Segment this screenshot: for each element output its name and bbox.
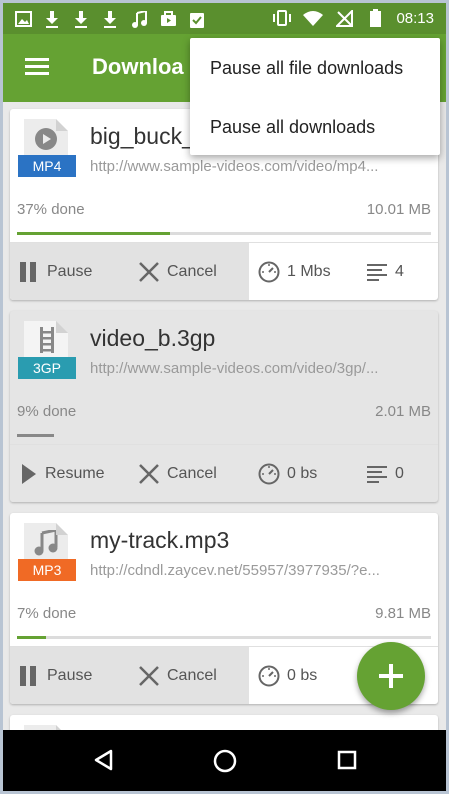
vibrate-icon [272,8,292,28]
menu-pause-all-downloads[interactable]: Pause all downloads [210,117,375,138]
connections-indicator: 4 [366,243,404,300]
file-url: http://www.sample-videos.com/video/3gp/.… [90,360,379,377]
close-icon [138,261,160,283]
wifi-icon [303,8,324,28]
progress-text: 9% done [17,403,77,420]
file-type-badge: 3GP [18,357,76,379]
list-icon [366,261,388,283]
overflow-menu: Pause all file downloads Pause all downl… [190,38,440,155]
play-icon [20,463,38,485]
progress-bar [17,636,431,639]
plus-icon [379,664,403,688]
download-icon [100,9,120,29]
file-type-badge: MP3 [18,559,76,581]
download-icon [42,9,62,29]
cancel-label: Cancel [167,465,217,482]
clipboard-check-icon [187,9,207,29]
clock: 08:13 [396,9,434,27]
download-icon [71,9,91,29]
file-size: 2.01 MB [375,403,431,420]
back-icon[interactable] [93,749,113,771]
file-name: big_buck_ [90,123,195,149]
download-list[interactable]: MP4 big_buck_ http://www.sample-videos.c… [3,102,446,730]
file-name: my-track.mp3 [90,527,230,553]
pause-icon [18,665,40,687]
cancel-label: Cancel [167,667,217,684]
mp4-file-icon: MP4 [18,119,76,181]
speedometer-icon [258,261,280,283]
progress-fill [17,636,46,639]
music-icon [129,9,149,29]
mp3-file-icon: MP3 [18,523,76,585]
close-icon [138,463,160,485]
page-title: Downloa [92,54,184,79]
pause-icon [18,261,40,283]
progress-fill [17,434,55,437]
no-signal-icon [334,8,354,28]
card-actions: Resume Cancel 0 bs 0 [10,444,438,502]
cancel-button[interactable]: Cancel [138,243,217,300]
speedometer-icon [258,665,280,687]
connections-value: 0 [395,465,404,482]
cancel-label: Cancel [167,263,217,280]
navigation-bar [3,730,446,791]
card-actions: Pause Cancel 1 Mbs 4 [10,242,438,300]
resume-label: Resume [45,465,105,482]
progress-bar [17,232,431,235]
file-size: 9.81 MB [375,605,431,622]
speed-value: 0 bs [287,667,318,684]
pause-label: Pause [47,263,93,280]
briefcase-icon [158,9,178,29]
progress-text: 7% done [17,605,77,622]
cancel-button[interactable]: Cancel [138,445,217,502]
speedometer-icon [258,463,280,485]
connections-indicator: 0 [366,445,404,502]
add-download-button[interactable] [357,642,425,710]
pause-button[interactable]: Pause [18,243,92,300]
file-type-badge: MP4 [18,155,76,177]
progress-text: 37% done [17,201,85,218]
progress-bar [17,434,431,437]
download-card[interactable]: 3GP video_b.3gp http://www.sample-videos… [10,311,438,502]
speed-value: 0 bs [287,465,318,482]
file-name: video_b.3gp [90,325,216,351]
speed-indicator: 0 bs [258,647,317,704]
menu-icon[interactable] [25,58,49,76]
connections-value: 4 [395,263,404,280]
pause-label: Pause [47,667,93,684]
speed-indicator: 0 bs [258,445,317,502]
battery-icon [365,8,385,28]
image-icon [13,9,33,29]
file-url: http://cdndl.zaycev.net/55957/3977935/?e… [90,562,380,579]
speed-indicator: 1 Mbs [258,243,331,300]
menu-pause-all-file-downloads[interactable]: Pause all file downloads [210,58,403,79]
progress-fill [17,232,171,235]
pause-button[interactable]: Pause [18,647,92,704]
speed-value: 1 Mbs [287,263,331,280]
list-icon [366,463,388,485]
resume-button[interactable]: Resume [20,445,105,502]
recents-icon[interactable] [337,750,357,770]
close-icon [138,665,160,687]
file-size: 10.01 MB [366,201,431,218]
3gp-file-icon: 3GP [18,321,76,383]
file-url: http://www.sample-videos.com/video/mp4..… [90,158,379,175]
status-bar: 08:13 [3,3,446,34]
download-card[interactable]: fi [10,715,438,730]
cancel-button[interactable]: Cancel [138,647,217,704]
home-icon[interactable] [213,749,237,773]
